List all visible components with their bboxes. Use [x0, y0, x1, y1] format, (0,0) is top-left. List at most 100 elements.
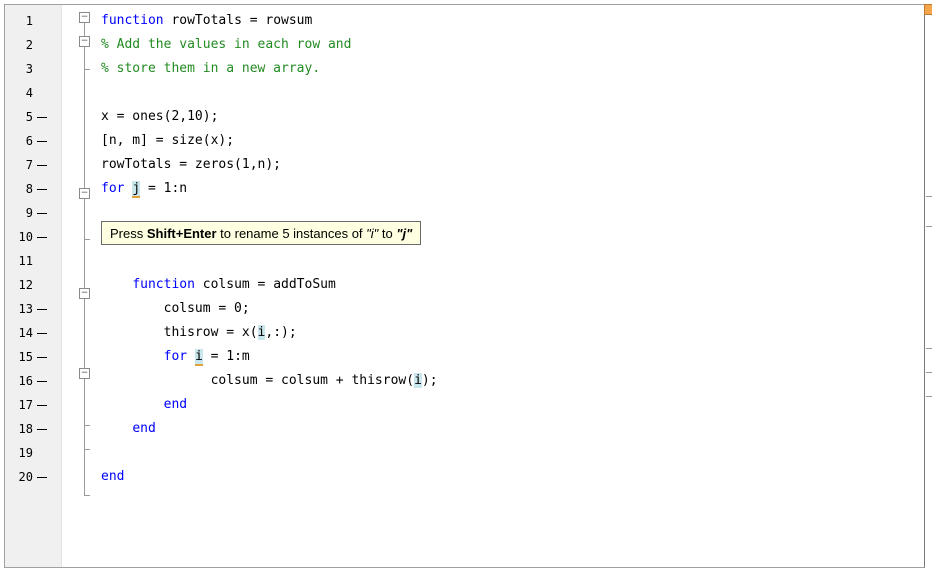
line-number: 4 [25, 86, 33, 100]
code-token: rowTotals = zeros(1,n); [101, 157, 282, 172]
breakpoint-marker[interactable] [37, 477, 47, 478]
code-line[interactable]: 5 x = ones(2,10); [5, 105, 924, 129]
breakpoint-marker[interactable] [37, 237, 47, 238]
code-line[interactable]: 6 [n, m] = size(x); [5, 129, 924, 153]
code-token: function [132, 277, 195, 292]
fold-guide [84, 495, 90, 496]
line-number: 6 [25, 134, 33, 148]
code-token: function [101, 13, 164, 28]
overview-ruler-mark[interactable] [926, 348, 932, 349]
fold-guide [84, 425, 90, 426]
code-token: colsum = 0; [101, 301, 250, 316]
line-number: 17 [18, 398, 33, 412]
line-number: 2 [25, 38, 33, 52]
fold-guide [84, 449, 90, 450]
code-text[interactable]: end [101, 417, 155, 441]
code-text[interactable]: function rowTotals = rowsum [101, 9, 312, 33]
code-token: i [414, 373, 422, 388]
code-token: % store them in a new array. [101, 61, 321, 76]
code-line[interactable]: 7 rowTotals = zeros(1,n); [5, 153, 924, 177]
code-line[interactable]: 1 function rowTotals = rowsum [5, 9, 924, 33]
breakpoint-marker[interactable] [37, 381, 47, 382]
tooltip-to: to [378, 226, 397, 241]
overview-ruler-mark[interactable] [926, 396, 932, 397]
breakpoint-marker[interactable] [37, 213, 47, 214]
line-number: 13 [18, 302, 33, 316]
fold-guide [84, 199, 85, 239]
fold-guide [84, 23, 85, 37]
code-text[interactable]: colsum = 0; [101, 297, 250, 321]
code-token: colsum = colsum + thisrow( [101, 373, 415, 388]
code-line[interactable]: 8 for j = 1:n [5, 177, 924, 201]
tooltip-keys: Shift+Enter [146, 226, 217, 241]
code-line[interactable]: 2 % Add the values in each row and [5, 33, 924, 57]
code-token: [n, m] = size(x); [101, 133, 235, 148]
code-editor[interactable]: 1 function rowTotals = rowsum 2 % Add the v… [4, 4, 925, 568]
code-line[interactable]: 3 % store them in a new array. [5, 57, 924, 81]
line-number: 3 [25, 62, 33, 76]
code-text[interactable]: end [101, 465, 124, 489]
code-line[interactable]: 20 end [5, 465, 924, 489]
breakpoint-marker[interactable] [37, 165, 47, 166]
code-text[interactable]: for j = 1:n [101, 177, 187, 201]
code-text[interactable]: rowTotals = zeros(1,n); [101, 153, 281, 177]
fold-toggle-icon[interactable]: − [79, 188, 90, 199]
breakpoint-marker[interactable] [37, 357, 47, 358]
code-text[interactable]: colsum = colsum + thisrow(i); [101, 369, 438, 393]
fold-toggle-icon[interactable]: − [79, 368, 90, 379]
code-line[interactable]: 18 end [5, 417, 924, 441]
code-line[interactable]: 13 colsum = 0; [5, 297, 924, 321]
line-number: 5 [25, 110, 33, 124]
code-text[interactable]: for i = 1:m [101, 345, 250, 369]
code-text[interactable]: % store them in a new array. [101, 57, 320, 81]
overview-ruler-mark[interactable] [926, 372, 932, 373]
overview-ruler-mark[interactable] [926, 226, 932, 227]
line-number: 8 [25, 182, 33, 196]
code-text[interactable]: x = ones(2,10); [101, 105, 218, 129]
fold-toggle-icon[interactable]: − [79, 12, 90, 23]
breakpoint-marker[interactable] [37, 141, 47, 142]
line-number: 20 [18, 470, 33, 484]
tooltip-prefix: Press [110, 226, 147, 241]
code-line[interactable]: 4 [5, 81, 924, 105]
code-token: ,:); [265, 325, 297, 340]
breakpoint-marker[interactable] [37, 333, 47, 334]
breakpoint-marker[interactable] [37, 429, 47, 430]
tooltip-middle: to rename 5 instances of [216, 226, 367, 241]
code-token: for [101, 181, 125, 196]
code-line[interactable]: 19 [5, 441, 924, 465]
code-token: i [194, 349, 203, 366]
code-token: % Add the values in each row and [101, 37, 352, 52]
code-text[interactable]: function colsum = addToSum [101, 273, 336, 297]
code-line[interactable]: 14 thisrow = x(i,:); [5, 321, 924, 345]
line-number: 15 [18, 350, 33, 364]
code-text[interactable]: thisrow = x(i,:); [101, 321, 297, 345]
code-token: end [163, 397, 188, 412]
fold-guide [84, 239, 85, 289]
line-number: 18 [18, 422, 33, 436]
line-number: 1 [25, 14, 33, 28]
overview-ruler-mark[interactable] [926, 196, 932, 197]
fold-toggle-icon[interactable]: − [79, 288, 90, 299]
code-text[interactable]: end [101, 393, 187, 417]
line-number: 7 [25, 158, 33, 172]
breakpoint-marker[interactable] [37, 117, 47, 118]
code-line[interactable]: 15 for i = 1:m [5, 345, 924, 369]
code-line[interactable]: 16 colsum = colsum + thisrow(i); [5, 369, 924, 393]
code-token: rowTotals = rowsum [163, 13, 313, 28]
breakpoint-marker[interactable] [37, 405, 47, 406]
code-text[interactable]: % Add the values in each row and [101, 33, 351, 57]
fold-toggle-icon[interactable]: − [79, 36, 90, 47]
code-text[interactable]: [n, m] = size(x); [101, 129, 234, 153]
code-line[interactable]: 12 function colsum = addToSum [5, 273, 924, 297]
warning-indicator-icon[interactable] [924, 4, 932, 15]
code-line[interactable]: 17 end [5, 393, 924, 417]
breakpoint-marker[interactable] [37, 189, 47, 190]
breakpoint-marker[interactable] [37, 309, 47, 310]
code-token: end [101, 469, 125, 484]
fold-guide [84, 69, 85, 189]
code-line[interactable]: 11 [5, 249, 924, 273]
code-token: j [132, 181, 141, 198]
